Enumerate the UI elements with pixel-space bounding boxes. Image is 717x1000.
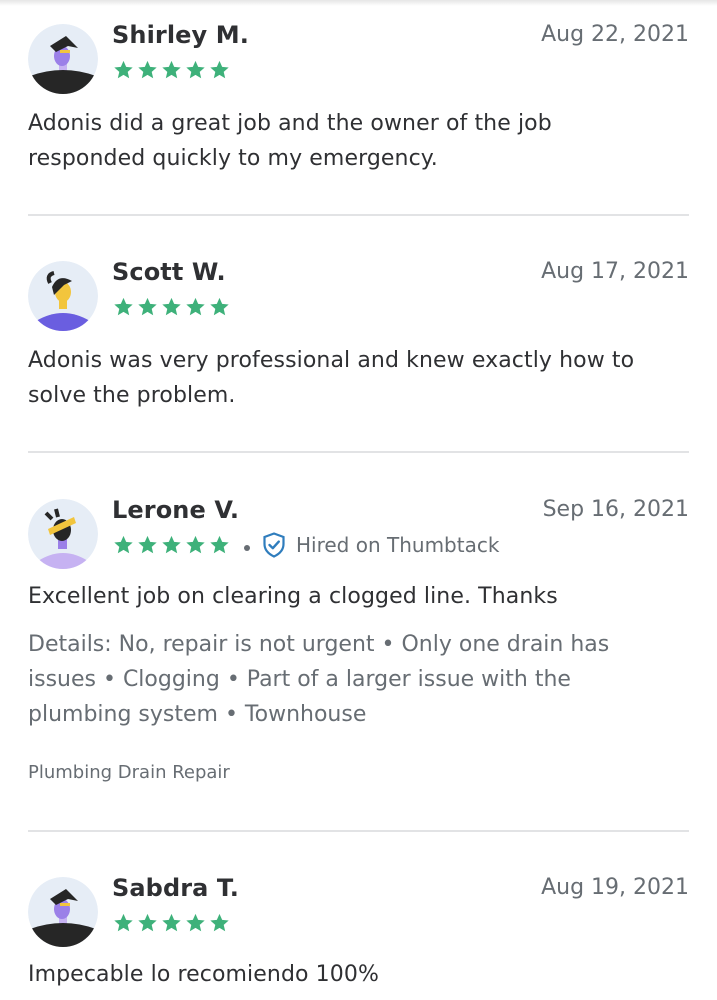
review-meta: Hired on Thumbtack: [112, 532, 499, 558]
review-text: Impecable lo recomiendo 100%: [28, 962, 379, 987]
star-icon: [112, 534, 135, 556]
star-icon: [184, 296, 207, 318]
star-icon: [112, 912, 135, 934]
headband-person-avatar: [28, 499, 98, 569]
star-icon: [184, 534, 207, 556]
verified-shield-icon: [262, 532, 286, 558]
star-rating: [112, 912, 232, 934]
review-text: Excellent job on clearing a clogged line…: [28, 584, 558, 609]
hat-person-avatar: [28, 877, 98, 947]
reviewer-name: Scott W.: [112, 258, 226, 286]
separator-dot: [244, 545, 250, 551]
star-icon: [112, 296, 135, 318]
star-icon: [136, 534, 159, 556]
star-icon: [160, 912, 183, 934]
star-icon: [208, 534, 231, 556]
divider: [28, 451, 689, 453]
star-icon: [136, 912, 159, 934]
star-icon: [208, 59, 231, 81]
star-icon: [184, 912, 207, 934]
divider: [28, 830, 689, 832]
ponytail-person-avatar: [28, 261, 98, 331]
hat-person-avatar: [28, 24, 98, 94]
review-date: Aug 22, 2021: [541, 22, 689, 47]
review-date: Aug 19, 2021: [541, 875, 689, 900]
review-date: Sep 16, 2021: [542, 497, 689, 522]
top-shadow: [0, 0, 717, 6]
star-icon: [208, 912, 231, 934]
review-date: Aug 17, 2021: [541, 259, 689, 284]
star-icon: [136, 296, 159, 318]
review-meta: [112, 57, 232, 83]
review-text: Adonis was very professional and knew ex…: [28, 348, 635, 408]
avatar: [28, 24, 98, 94]
star-icon: [160, 296, 183, 318]
star-icon: [208, 296, 231, 318]
divider: [28, 214, 689, 216]
reviewer-name: Sabdra T.: [112, 874, 239, 902]
reviewer-name: Lerone V.: [112, 496, 240, 524]
reviewer-name: Shirley M.: [112, 21, 249, 49]
hired-on-thumbtack-label: Hired on Thumbtack: [296, 533, 500, 557]
star-icon: [160, 59, 183, 81]
review-meta: [112, 294, 232, 320]
star-rating: [112, 534, 232, 556]
star-rating: [112, 296, 232, 318]
star-icon: [160, 534, 183, 556]
avatar: [28, 499, 98, 569]
star-icon: [136, 59, 159, 81]
avatar: [28, 877, 98, 947]
star-icon: [112, 59, 135, 81]
review-meta: [112, 910, 232, 936]
avatar: [28, 261, 98, 331]
star-icon: [184, 59, 207, 81]
service-category: Plumbing Drain Repair: [28, 762, 230, 783]
star-rating: [112, 59, 232, 81]
review-text: Adonis did a great job and the owner of …: [28, 111, 552, 171]
review-details: Details: No, repair is not urgent • Only…: [28, 632, 610, 727]
